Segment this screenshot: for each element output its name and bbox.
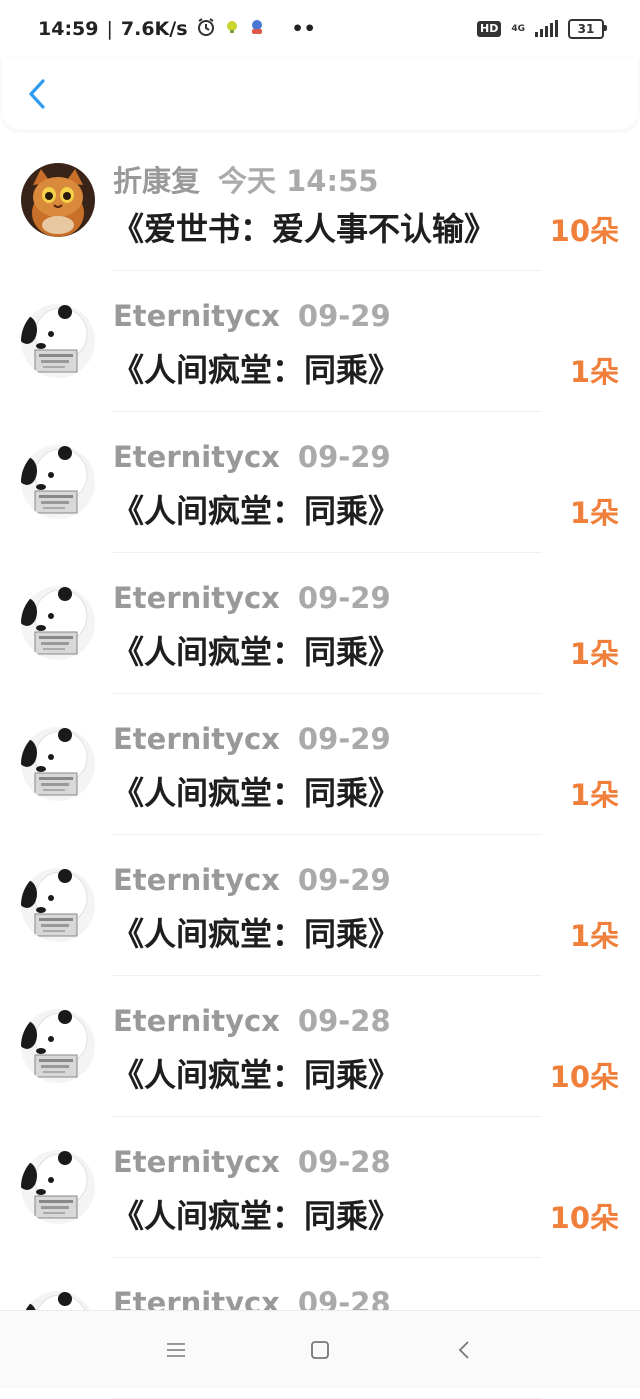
record-time: 09-28 — [297, 1145, 391, 1179]
avatar[interactable] — [21, 868, 95, 942]
flower-amount: 1朵 — [569, 355, 619, 389]
status-time: 14:59 — [38, 18, 99, 40]
record-meta: 折康复 今天 14:55 — [113, 158, 378, 200]
notification-icon — [224, 18, 240, 40]
gift-record-row[interactable]: Eternitycx 09-28 《人间疯堂：同乘》 10朵 — [0, 976, 640, 1117]
gift-record-row[interactable]: Eternitycx 09-29 《人间疯堂：同乘》 1朵 — [0, 412, 640, 553]
home-button[interactable] — [308, 1338, 332, 1362]
bear-avatar-image — [21, 1009, 95, 1083]
record-time: 09-29 — [297, 863, 391, 897]
signal-icon — [535, 20, 558, 37]
bear-avatar-image — [21, 586, 95, 660]
network-label: 4G — [511, 23, 525, 34]
home-icon — [311, 1340, 329, 1359]
avatar[interactable] — [21, 1009, 95, 1083]
gift-record-list: 折康复 今天 14:55 《爱世书：爱人事不认输》 10朵 Eternitycx 09-2… — [0, 130, 640, 1399]
record-meta: Eternitycx 09-29 — [113, 440, 391, 474]
gift-record-row[interactable]: Eternitycx 09-29 《人间疯堂：同乘》 1朵 — [0, 694, 640, 835]
more-icon: •• — [291, 18, 316, 40]
top-bar — [2, 58, 638, 130]
record-meta: Eternitycx 09-29 — [113, 581, 391, 615]
chevron-left-icon — [29, 79, 45, 109]
gift-record-row[interactable]: Eternitycx 09-29 《人间疯堂：同乘》 1朵 — [0, 553, 640, 694]
work-title[interactable]: 《人间疯堂：同乘》 — [112, 627, 400, 673]
gift-record-row[interactable]: Eternitycx 09-29 《人间疯堂：同乘》 1朵 — [0, 271, 640, 412]
avatar[interactable] — [21, 1150, 95, 1224]
work-title[interactable]: 《人间疯堂：同乘》 — [112, 1050, 400, 1096]
sender-name[interactable]: Eternitycx — [113, 722, 280, 756]
menu-icon — [167, 1342, 185, 1357]
record-time: 09-28 — [297, 1004, 391, 1038]
record-meta: Eternitycx 09-28 — [113, 1004, 391, 1038]
menu-button[interactable] — [164, 1338, 188, 1362]
back-button[interactable] — [24, 76, 52, 112]
back-icon — [458, 1340, 469, 1359]
record-meta: Eternitycx 09-28 — [113, 1145, 391, 1179]
gift-record-row[interactable]: Eternitycx 09-29 《人间疯堂：同乘》 1朵 — [0, 835, 640, 976]
sender-name[interactable]: Eternitycx — [113, 1004, 280, 1038]
sender-name[interactable]: Eternitycx — [113, 863, 280, 897]
record-time: 09-29 — [297, 581, 391, 615]
record-meta: Eternitycx 09-29 — [113, 863, 391, 897]
flower-amount: 1朵 — [569, 778, 619, 812]
sender-name[interactable]: Eternitycx — [113, 299, 280, 333]
status-left: 14:59 | 7.6K/s •• — [38, 17, 316, 42]
flower-amount: 1朵 — [569, 919, 619, 953]
back-nav-button[interactable] — [452, 1338, 476, 1362]
flower-amount: 10朵 — [549, 1201, 619, 1235]
record-time: 09-29 — [297, 299, 391, 333]
battery-icon: 31 — [568, 19, 607, 39]
battery-level: 31 — [577, 22, 595, 36]
sender-name[interactable]: Eternitycx — [113, 1145, 280, 1179]
status-separator: | — [106, 18, 113, 40]
bear-avatar-image — [21, 868, 95, 942]
status-speed: 7.6K/s — [120, 18, 188, 40]
gift-record-row[interactable]: Eternitycx 09-28 《人间疯堂：同乘》 10朵 — [0, 1117, 640, 1258]
work-title[interactable]: 《爱世书：爱人事不认输》 — [112, 204, 496, 250]
avatar[interactable] — [21, 586, 95, 660]
sender-name[interactable]: 折康复 — [113, 164, 200, 198]
gift-record-row[interactable]: 折康复 今天 14:55 《爱世书：爱人事不认输》 10朵 — [0, 130, 640, 271]
avatar[interactable] — [21, 304, 95, 378]
alarm-icon — [196, 17, 216, 42]
flower-amount: 1朵 — [569, 496, 619, 530]
avatar[interactable] — [21, 727, 95, 801]
record-meta: Eternitycx 09-29 — [113, 299, 391, 333]
flower-amount: 1朵 — [569, 637, 619, 671]
bear-avatar-image — [21, 1150, 95, 1224]
record-time: 09-29 — [297, 440, 391, 474]
flower-amount: 10朵 — [549, 1060, 619, 1094]
bear-avatar-image — [21, 445, 95, 519]
bear-avatar-image — [21, 304, 95, 378]
work-title[interactable]: 《人间疯堂：同乘》 — [112, 1191, 400, 1237]
sender-name[interactable]: Eternitycx — [113, 581, 280, 615]
sender-name[interactable]: Eternitycx — [113, 440, 280, 474]
work-title[interactable]: 《人间疯堂：同乘》 — [112, 486, 400, 532]
app-icon — [248, 18, 266, 41]
work-title[interactable]: 《人间疯堂：同乘》 — [112, 345, 400, 391]
record-meta: Eternitycx 09-29 — [113, 722, 391, 756]
flower-amount: 10朵 — [549, 214, 619, 248]
hd-icon: HD — [477, 21, 502, 37]
cat-avatar-image — [21, 163, 95, 237]
system-nav-bar — [0, 1310, 640, 1388]
work-title[interactable]: 《人间疯堂：同乘》 — [112, 768, 400, 814]
work-title[interactable]: 《人间疯堂：同乘》 — [112, 909, 400, 955]
record-time: 09-29 — [297, 722, 391, 756]
avatar[interactable] — [21, 445, 95, 519]
record-time: 今天 14:55 — [218, 164, 379, 198]
bear-avatar-image — [21, 727, 95, 801]
status-right: HD 4G 31 — [477, 19, 607, 39]
avatar[interactable] — [21, 163, 95, 237]
status-bar: 14:59 | 7.6K/s •• HD 4G 31 — [0, 0, 640, 58]
